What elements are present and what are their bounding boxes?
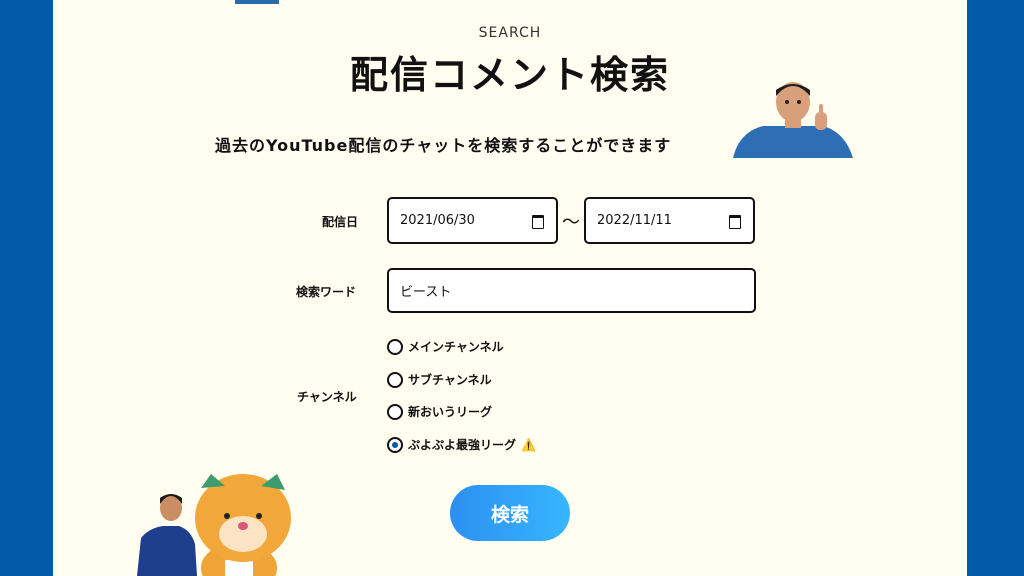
- channel-option-puyo-league[interactable]: ぷよぷよ最強リーグ ⚠️: [387, 436, 536, 453]
- channel-option-oiu-league[interactable]: 新おいうリーグ: [387, 403, 492, 420]
- warning-icon: ⚠️: [521, 437, 536, 452]
- keyword-label: 検索ワード: [296, 285, 357, 299]
- radio-button[interactable]: [387, 403, 403, 420]
- channel-option-label: 新おいうリーグ: [408, 405, 493, 419]
- channel-option-label: メインチャンネル: [408, 340, 504, 354]
- channel-label: チャンネル: [297, 390, 357, 404]
- radio-button[interactable]: [387, 371, 403, 388]
- content-panel: SEARCH 配信コメント検索 過去のYouTube配信のチャットを検索すること…: [53, 0, 967, 576]
- radio-button[interactable]: [387, 338, 403, 355]
- host-illustration: [733, 82, 853, 158]
- channel-option-sub[interactable]: サブチャンネル: [387, 371, 492, 388]
- date-to-input[interactable]: 2022/11/11: [584, 197, 755, 244]
- keyword-value: ビースト: [400, 285, 452, 300]
- calendar-icon[interactable]: [532, 215, 544, 229]
- date-to-value: 2022/11/11: [597, 213, 672, 228]
- date-from-input[interactable]: 2021/06/30: [387, 197, 558, 244]
- mascot-illustration: [137, 474, 291, 576]
- search-button[interactable]: 検索: [450, 485, 570, 541]
- top-image-fragment: [235, 0, 279, 4]
- channel-option-label: ぷよぷよ最強リーグ: [408, 438, 517, 452]
- channel-option-label: サブチャンネル: [408, 373, 492, 387]
- date-label: 配信日: [322, 215, 359, 229]
- keyword-input[interactable]: ビースト: [387, 268, 756, 313]
- date-from-value: 2021/06/30: [400, 213, 475, 228]
- calendar-icon[interactable]: [729, 215, 741, 229]
- channel-option-main[interactable]: メインチャンネル: [387, 338, 504, 355]
- page-subtitle: 過去のYouTube配信のチャットを検索することができます: [215, 136, 672, 155]
- date-separator: ～: [562, 212, 580, 233]
- section-eyebrow: SEARCH: [478, 25, 542, 41]
- radio-button-selected[interactable]: [387, 436, 403, 453]
